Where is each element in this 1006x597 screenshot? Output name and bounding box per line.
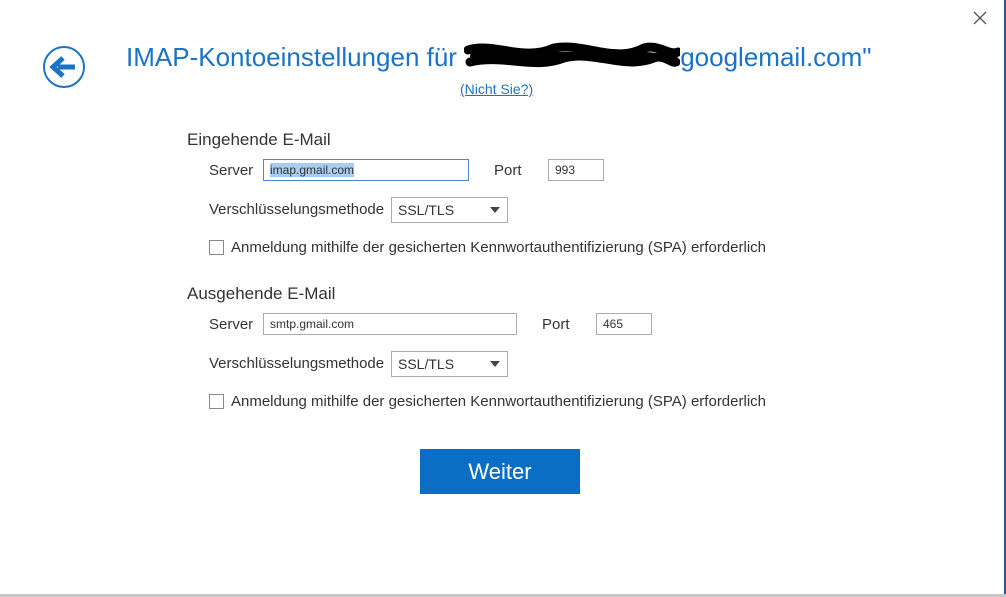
outgoing-server-input[interactable]: smtp.gmail.com xyxy=(263,313,517,335)
incoming-server-value: imap.gmail.com xyxy=(270,163,355,177)
not-you-link[interactable]: (Nicht Sie?) xyxy=(460,81,533,97)
incoming-spa-label: Anmeldung mithilfe der gesicherten Kennw… xyxy=(231,239,766,256)
page-title: IMAP-Kontoeinstellungen für googlemail.c… xyxy=(126,40,872,73)
chevron-down-icon xyxy=(490,207,500,213)
incoming-spa-checkbox[interactable] xyxy=(209,240,224,255)
outgoing-server-value: smtp.gmail.com xyxy=(270,317,355,331)
outgoing-encryption-value: SSL/TLS xyxy=(398,356,455,372)
back-arrow-icon xyxy=(43,46,85,88)
outgoing-server-label: Server xyxy=(209,316,254,333)
outgoing-encryption-select[interactable]: SSL/TLS xyxy=(391,351,508,377)
redaction-scribble xyxy=(463,40,683,72)
incoming-section-title: Eingehende E-Mail xyxy=(187,130,331,149)
outgoing-port-input[interactable]: 465 xyxy=(596,313,652,335)
close-icon xyxy=(973,11,987,25)
back-button[interactable] xyxy=(42,45,86,89)
chevron-down-icon xyxy=(490,361,500,367)
close-button[interactable] xyxy=(968,6,992,30)
incoming-encryption-label: Verschlüsselungsmethode xyxy=(209,201,385,218)
incoming-encryption-value: SSL/TLS xyxy=(398,202,455,218)
outgoing-port-value: 465 xyxy=(603,317,624,331)
outgoing-section-title: Ausgehende E-Mail xyxy=(187,284,336,303)
incoming-server-label: Server xyxy=(209,162,254,179)
incoming-server-input[interactable]: imap.gmail.com xyxy=(263,159,469,181)
outgoing-spa-label: Anmeldung mithilfe der gesicherten Kennw… xyxy=(231,393,766,410)
outgoing-port-label: Port xyxy=(542,316,570,333)
incoming-encryption-select[interactable]: SSL/TLS xyxy=(391,197,508,223)
title-prefix: IMAP-Kontoeinstellungen für xyxy=(126,42,465,72)
next-button[interactable]: Weiter xyxy=(420,449,580,494)
title-suffix: googlemail.com" xyxy=(680,42,872,72)
outgoing-spa-checkbox[interactable] xyxy=(209,394,224,409)
incoming-port-value: 993 xyxy=(555,163,576,177)
incoming-port-label: Port xyxy=(494,162,522,179)
incoming-port-input[interactable]: 993 xyxy=(548,159,604,181)
outgoing-encryption-label: Verschlüsselungsmethode xyxy=(209,355,385,372)
